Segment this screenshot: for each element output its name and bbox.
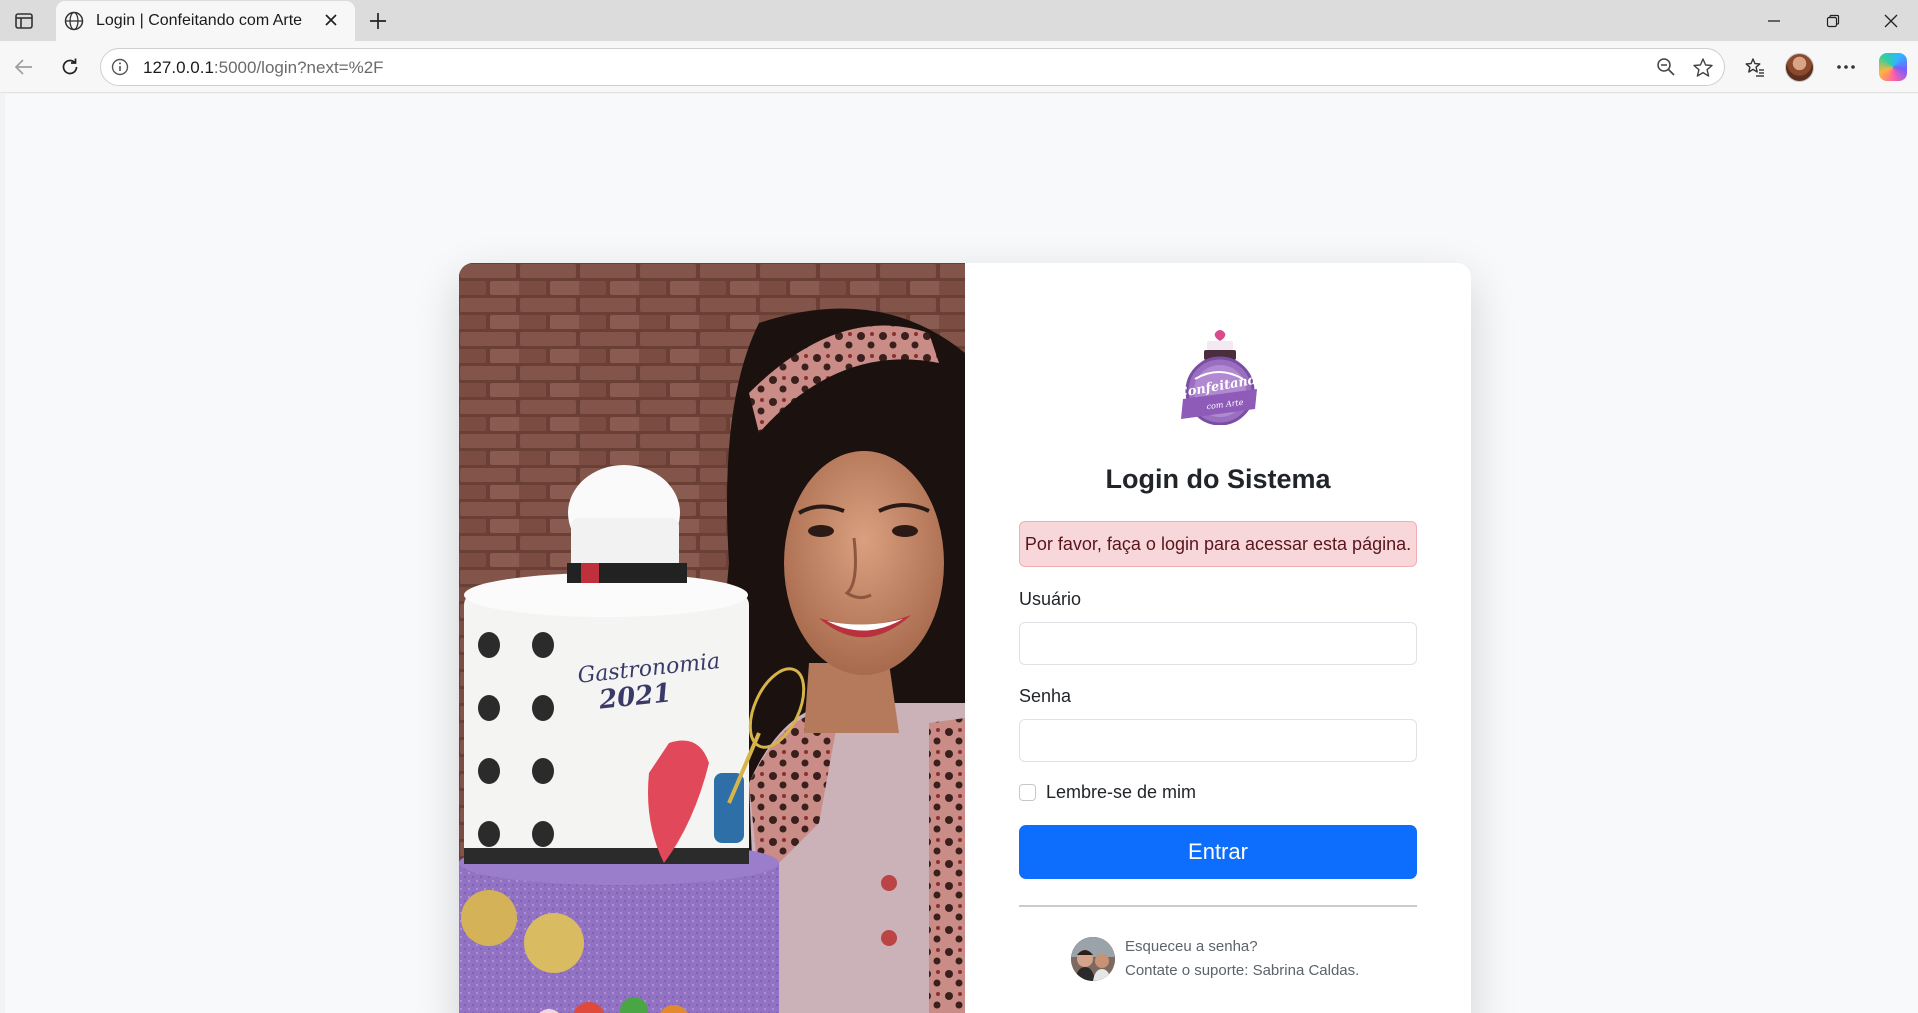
baker-photo: Gastronomia 2021 xyxy=(459,263,965,1013)
password-input[interactable] xyxy=(1019,719,1417,762)
url-host: 127.0.0.1 xyxy=(143,58,214,77)
support-text: Esqueceu a senha? Contate o suporte: Sab… xyxy=(1125,935,1359,983)
url-path: :5000/login?next=%2F xyxy=(213,58,384,77)
new-tab-icon[interactable] xyxy=(366,9,390,33)
remember-me[interactable]: Lembre-se de mim xyxy=(1019,782,1196,803)
remember-me-label[interactable]: Lembre-se de mim xyxy=(1046,782,1196,803)
brand-logo: Confeitando com Arte xyxy=(1176,329,1267,426)
browser-tab[interactable]: Login | Confeitando com Arte xyxy=(56,1,355,41)
forgot-password-text: Esqueceu a senha? xyxy=(1125,938,1258,955)
login-submit-button[interactable]: Entrar xyxy=(1019,825,1417,879)
site-info-icon[interactable] xyxy=(111,58,129,81)
reload-icon[interactable] xyxy=(56,53,84,81)
copilot-icon[interactable] xyxy=(1879,53,1907,81)
browser-tab-bar: Login | Confeitando com Arte xyxy=(0,0,1918,41)
favorites-icon[interactable] xyxy=(1741,53,1769,81)
minimize-icon[interactable] xyxy=(1762,9,1786,33)
browser-toolbar: 127.0.0.1:5000/login?next=%2F xyxy=(0,41,1918,93)
profile-avatar[interactable] xyxy=(1785,53,1814,82)
login-card: Gastronomia 2021 Confeitando com Arte Lo… xyxy=(459,263,1471,1013)
remember-me-checkbox[interactable] xyxy=(1019,784,1036,801)
form-divider xyxy=(1019,905,1417,907)
password-label: Senha xyxy=(1019,686,1072,706)
more-options-icon[interactable] xyxy=(1832,53,1860,81)
zoom-out-icon[interactable] xyxy=(1656,57,1676,82)
restore-icon[interactable] xyxy=(1821,9,1845,33)
support-info: Esqueceu a senha? Contate o suporte: Sab… xyxy=(1071,935,1359,983)
username-input[interactable] xyxy=(1019,622,1417,665)
url-text: 127.0.0.1:5000/login?next=%2F xyxy=(143,58,384,78)
globe-icon xyxy=(64,11,84,36)
close-tab-icon[interactable] xyxy=(323,12,339,33)
close-window-icon[interactable] xyxy=(1879,9,1903,33)
tab-title: Login | Confeitando com Arte xyxy=(96,12,303,29)
cake-text: Gastronomia 2021 xyxy=(576,649,721,717)
sidebar-toggle-icon[interactable] xyxy=(10,9,38,33)
login-required-alert: Por favor, faça o login para acessar est… xyxy=(1019,521,1417,567)
login-form: Confeitando com Arte Login do Sistema Po… xyxy=(965,263,1471,1013)
favorite-star-icon[interactable] xyxy=(1692,57,1714,84)
username-label: Usuário xyxy=(1019,589,1082,609)
page-title: Login do Sistema xyxy=(1105,464,1331,494)
support-avatar xyxy=(1071,937,1115,981)
back-icon[interactable] xyxy=(10,53,38,81)
support-contact-text: Contate o suporte: Sabrina Caldas. xyxy=(1125,962,1360,979)
page-viewport: Gastronomia 2021 Confeitando com Arte Lo… xyxy=(5,94,1918,1013)
address-bar[interactable]: 127.0.0.1:5000/login?next=%2F xyxy=(100,48,1725,86)
